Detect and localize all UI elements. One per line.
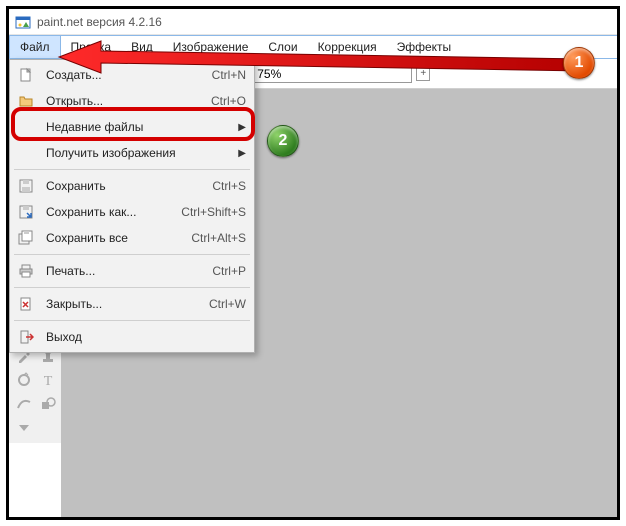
menu-edit[interactable]: Правка [61, 36, 122, 58]
menu-item-print[interactable]: Печать... Ctrl+P [12, 258, 252, 284]
exit-icon [16, 327, 36, 347]
tool-palette: T [9, 341, 61, 443]
menu-item-shortcut: Ctrl+S [212, 179, 246, 193]
save-icon [16, 176, 36, 196]
menu-item-open[interactable]: Открыть... Ctrl+O [12, 88, 252, 114]
svg-text:T: T [44, 374, 53, 388]
menu-item-close[interactable]: Закрыть... Ctrl+W [12, 291, 252, 317]
menu-item-label: Выход [46, 330, 246, 344]
tool-recolor-icon[interactable] [13, 369, 35, 391]
tool-line-icon[interactable] [13, 393, 35, 415]
menu-item-label: Сохранить все [46, 231, 183, 245]
badge-label: 1 [575, 54, 584, 72]
tool-text-icon[interactable]: T [37, 369, 59, 391]
menubar: Файл Правка Вид Изображение Слои Коррекц… [9, 35, 617, 59]
menu-item-saveas[interactable]: Сохранить как... Ctrl+Shift+S [12, 199, 252, 225]
annotation-badge-2: 2 [267, 125, 299, 157]
blank-icon [16, 143, 36, 163]
open-folder-icon [16, 91, 36, 111]
tool-shapes-icon[interactable] [37, 393, 59, 415]
tool-dropdown-icon[interactable] [13, 417, 35, 439]
menu-item-label: Недавние файлы [46, 120, 230, 134]
app-icon [15, 14, 31, 30]
menu-item-shortcut: Ctrl+Shift+S [181, 205, 246, 219]
stiffness-plus-button[interactable]: + [416, 67, 430, 81]
file-dropdown: Создать... Ctrl+N Открыть... Ctrl+O Неда… [9, 59, 255, 353]
close-icon [16, 294, 36, 314]
menu-separator [14, 169, 250, 170]
submenu-arrow-icon: ▶ [238, 122, 246, 133]
menu-item-shortcut: Ctrl+O [211, 94, 246, 108]
save-all-icon [16, 228, 36, 248]
menu-separator [14, 287, 250, 288]
menu-item-recent[interactable]: Недавние файлы ▶ [12, 114, 252, 140]
menu-item-exit[interactable]: Выход [12, 324, 252, 350]
menu-item-shortcut: Ctrl+Alt+S [191, 231, 246, 245]
menu-item-label: Сохранить как... [46, 205, 173, 219]
menu-effects[interactable]: Эффекты [387, 36, 462, 58]
stiffness-input[interactable] [252, 65, 412, 83]
menu-separator [14, 320, 250, 321]
menu-item-label: Сохранить [46, 179, 204, 193]
badge-label: 2 [279, 132, 288, 150]
menu-item-label: Получить изображения [46, 146, 230, 160]
menu-layers[interactable]: Слои [258, 36, 307, 58]
window-title: paint.net версия 4.2.16 [37, 15, 162, 29]
submenu-arrow-icon: ▶ [238, 148, 246, 159]
menu-item-save[interactable]: Сохранить Ctrl+S [12, 173, 252, 199]
menu-item-shortcut: Ctrl+P [212, 264, 246, 278]
menu-separator [14, 254, 250, 255]
menu-item-label: Закрыть... [46, 297, 201, 311]
menu-item-label: Печать... [46, 264, 204, 278]
menu-adjust[interactable]: Коррекция [308, 36, 387, 58]
blank-icon [16, 117, 36, 137]
menu-image[interactable]: Изображение [163, 36, 259, 58]
menu-file[interactable]: Файл [9, 36, 61, 58]
save-as-icon [16, 202, 36, 222]
app-window: paint.net версия 4.2.16 Файл Правка Вид … [6, 6, 620, 520]
menu-item-shortcut: Ctrl+N [212, 68, 246, 82]
menu-item-new[interactable]: Создать... Ctrl+N [12, 62, 252, 88]
menu-item-label: Создать... [46, 68, 204, 82]
menu-item-label: Открыть... [46, 94, 203, 108]
menu-item-acquire[interactable]: Получить изображения ▶ [12, 140, 252, 166]
titlebar: paint.net версия 4.2.16 [9, 9, 617, 35]
menu-view[interactable]: Вид [121, 36, 163, 58]
menu-item-shortcut: Ctrl+W [209, 297, 246, 311]
annotation-badge-1: 1 [563, 47, 595, 79]
print-icon [16, 261, 36, 281]
menu-item-saveall[interactable]: Сохранить все Ctrl+Alt+S [12, 225, 252, 251]
new-file-icon [16, 65, 36, 85]
